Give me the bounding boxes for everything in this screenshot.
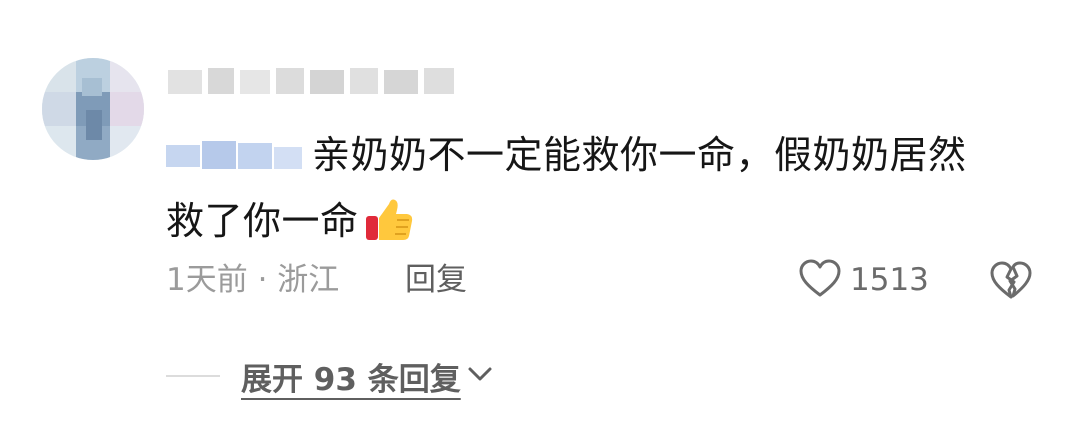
expand-replies-label: 展开 93 条回复 <box>241 361 461 398</box>
comment-meta: 1天前 · 浙江 <box>166 262 340 298</box>
avatar[interactable] <box>42 58 144 160</box>
heart-outline-icon <box>798 258 842 302</box>
broken-heart-icon <box>988 261 1034 306</box>
thumbs-up-icon <box>363 192 415 244</box>
comment-text-line2: 救了你一命 <box>166 199 359 243</box>
mention-blurred[interactable] <box>166 137 304 171</box>
replies-divider <box>166 375 220 377</box>
username-blurred[interactable] <box>168 64 458 98</box>
comment-text-line1: 亲奶奶不一定能救你一命，假奶奶居然 <box>312 133 967 177</box>
expand-replies-button[interactable]: 展开 93 条回复 <box>241 354 495 398</box>
chevron-down-icon <box>465 359 495 393</box>
dislike-button[interactable] <box>988 258 1034 302</box>
like-count: 1513 <box>850 262 929 298</box>
reply-button[interactable]: 回复 <box>405 258 467 302</box>
like-button[interactable]: 1513 <box>798 258 929 302</box>
comment-body: 亲奶奶不一定能救你一命，假奶奶居然 救了你一命 <box>166 122 1046 254</box>
